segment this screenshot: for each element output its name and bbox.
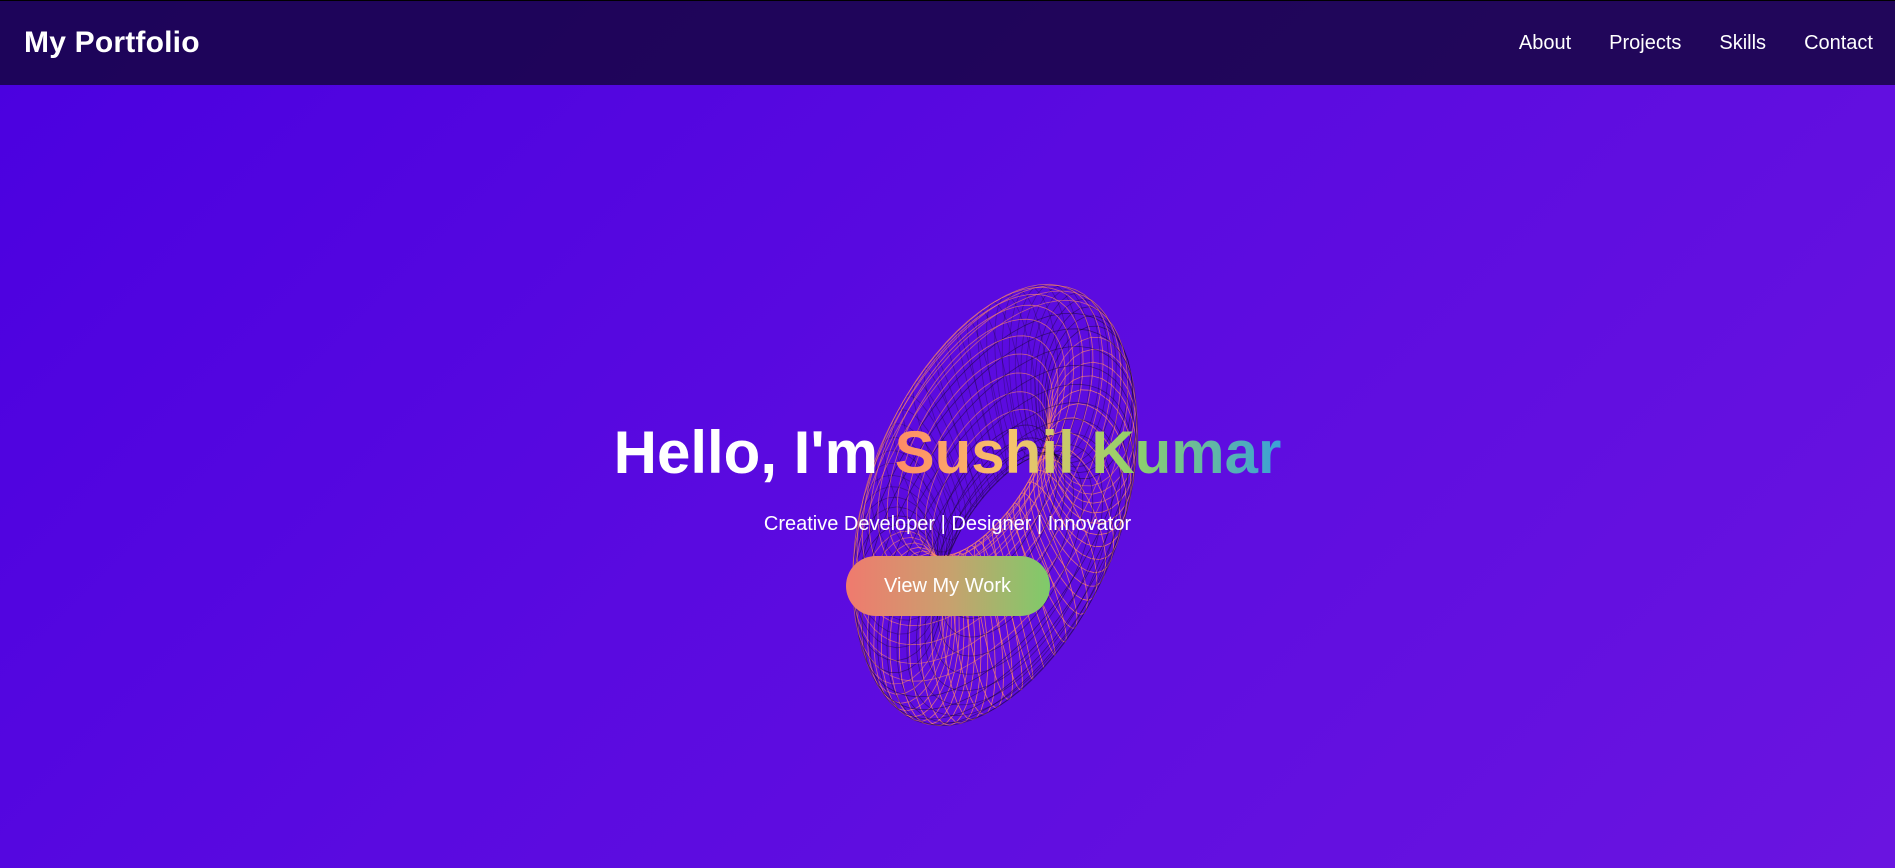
hero-content: Hello, I'm Sushil Kumar Creative Develop… [0,415,1895,616]
hero-name: Sushil Kumar [894,419,1282,486]
hero-section: Hello, I'm Sushil Kumar Creative Develop… [0,85,1895,868]
hero-title: Hello, I'm Sushil Kumar [0,415,1895,491]
nav-link-skills[interactable]: Skills [1719,32,1766,55]
brand-logo[interactable]: My Portfolio [24,26,200,60]
nav-link-contact[interactable]: Contact [1804,32,1873,55]
navbar: My Portfolio About Projects Skills Conta… [0,0,1895,85]
hero-greeting: Hello, I'm [613,419,895,486]
hero-subtitle: Creative Developer | Designer | Innovato… [763,513,1132,535]
nav-link-projects[interactable]: Projects [1609,32,1681,55]
view-my-work-button[interactable]: View My Work [845,556,1050,616]
nav-link-about[interactable]: About [1519,32,1571,55]
nav-links: About Projects Skills Contact [1481,32,1873,55]
